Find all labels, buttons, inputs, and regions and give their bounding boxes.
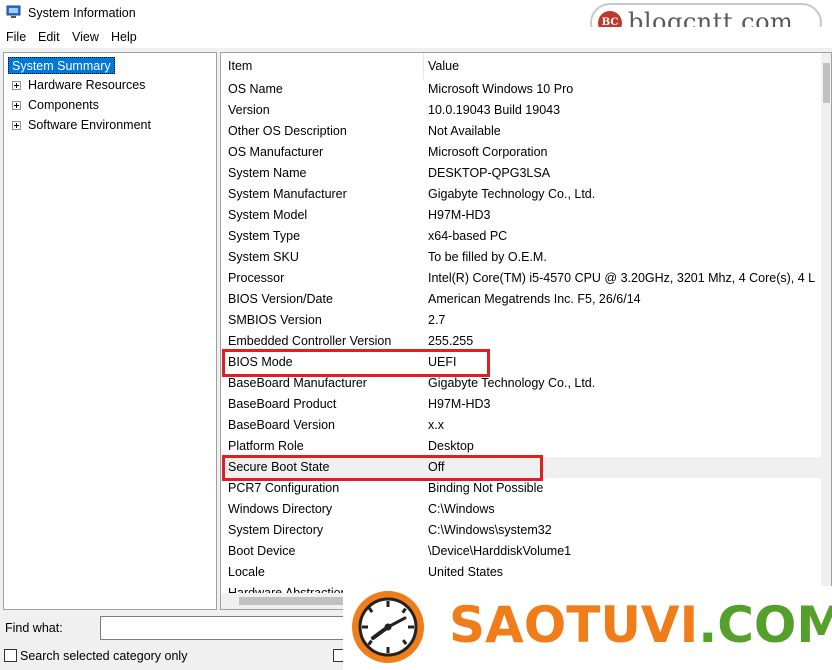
value-cell: Microsoft Corporation [428,145,548,159]
table-row[interactable]: System SKU To be filled by O.E.M. [221,247,821,268]
saotuvi-brand: SAOTUVI.COM [449,596,832,654]
table-row[interactable]: System Name DESKTOP-QPG3LSA [221,163,821,184]
expand-icon[interactable] [12,81,21,90]
item-cell: PCR7 Configuration [228,481,340,495]
expand-icon[interactable] [12,101,21,110]
menu-bar: File Edit View Help [0,27,832,48]
item-cell: BaseBoard Product [228,397,337,411]
table-row[interactable]: System Manufacturer Gigabyte Technology C… [221,184,821,205]
table-row[interactable]: PCR7 Configuration Binding Not Possible [221,478,821,499]
value-cell: C:\Windows\system32 [428,523,552,537]
table-row[interactable]: BaseBoard Version x.x [221,415,821,436]
menu-edit[interactable]: Edit [38,30,60,44]
item-cell: Platform Role [228,439,304,453]
value-cell: To be filled by O.E.M. [428,250,547,264]
value-cell: DESKTOP-QPG3LSA [428,166,551,180]
table-row[interactable]: System Directory C:\Windows\system32 [221,520,821,541]
search-selected-label: Search selected category only [20,649,188,663]
saotuvi-watermark: SAOTUVI.COM [343,586,832,670]
system-information-icon [6,5,21,18]
value-cell: \Device\HarddiskVolume1 [428,544,572,558]
expand-icon[interactable] [12,121,21,130]
tree-item-label: Hardware Resources [28,78,146,92]
column-divider[interactable] [423,53,424,79]
table-row[interactable]: Other OS Description Not Available [221,121,821,142]
item-cell: System Manufacturer [228,187,347,201]
table-row[interactable]: Version 10.0.19043 Build 19043 [221,100,821,121]
table-row[interactable]: Platform Role Desktop [221,436,821,457]
value-cell: 10.0.19043 Build 19043 [428,103,561,117]
item-cell: System Model [228,208,308,222]
item-cell: Version [228,103,270,117]
item-cell: Locale [228,565,265,579]
table-row[interactable]: System Type x64-based PC [221,226,821,247]
column-header-value[interactable]: Value [428,53,460,79]
column-header-item[interactable]: Item [228,53,253,79]
value-cell: American Megatrends Inc. F5, 26/6/14 [428,292,641,306]
item-cell: System Directory [228,523,324,537]
value-cell: x64-based PC [428,229,508,243]
value-cell: United States [428,565,504,579]
table-row[interactable]: Processor Intel(R) Core(TM) i5-4570 CPU @… [221,268,821,289]
saotuvi-brand-name: SAOTUVI [449,596,699,654]
table-row[interactable]: BaseBoard Product H97M-HD3 [221,394,821,415]
table-row[interactable]: Boot Device \Device\HarddiskVolume1 [221,541,821,562]
value-cell: Microsoft Windows 10 Pro [428,82,574,96]
item-cell: OS Manufacturer [228,145,324,159]
value-cell: 2.7 [428,313,446,327]
value-cell: H97M-HD3 [428,208,491,222]
item-cell: SMBIOS Version [228,313,322,327]
table-row[interactable]: Locale United States [221,562,821,583]
details-list[interactable]: Item Value OS Name Microsoft Windows 10 P… [220,52,832,610]
table-row[interactable]: SMBIOS Version 2.7 [221,310,821,331]
table-row[interactable]: OS Name Microsoft Windows 10 Pro [221,79,821,100]
saotuvi-brand-suffix: .COM [698,596,832,654]
value-cell: C:\Windows [428,502,495,516]
item-cell: System Name [228,166,307,180]
bios-mode-highlight-box [222,349,490,377]
tree-item-system-summary[interactable]: System Summary [8,57,115,74]
menu-view[interactable]: View [72,30,99,44]
item-cell: System SKU [228,250,299,264]
window-title: System Information [28,6,136,20]
value-cell: Intel(R) Core(TM) i5-4570 CPU @ 3.20GHz,… [428,271,816,285]
item-cell: System Type [228,229,301,243]
item-cell: OS Name [228,82,283,96]
scrollbar-thumb[interactable] [823,63,830,103]
find-what-label: Find what: [5,621,63,635]
tree-item-label: Components [28,98,99,112]
item-cell: Boot Device [228,544,296,558]
secure-boot-highlight-box [222,455,543,481]
table-row[interactable]: OS Manufacturer Microsoft Corporation [221,142,821,163]
table-row[interactable]: BIOS Version/Date American Megatrends Inc… [221,289,821,310]
clock-logo-icon [352,591,424,663]
item-cell: Other OS Description [228,124,347,138]
value-cell: H97M-HD3 [428,397,491,411]
item-cell: Windows Directory [228,502,333,516]
search-selected-checkbox[interactable] [4,649,17,662]
value-cell: x.x [428,418,444,432]
value-cell: Binding Not Possible [428,481,544,495]
item-cell: BIOS Version/Date [228,292,333,306]
vertical-scrollbar[interactable] [821,53,831,593]
value-cell: Not Available [428,124,501,138]
menu-file[interactable]: File [6,30,26,44]
table-row[interactable]: Windows Directory C:\Windows [221,499,821,520]
value-cell: Gigabyte Technology Co., Ltd. [428,187,596,201]
item-cell: BaseBoard Version [228,418,336,432]
table-row[interactable]: System Model H97M-HD3 [221,205,821,226]
category-tree[interactable]: System Summary Hardware Resources Compon… [3,52,217,610]
value-cell: Desktop [428,439,474,453]
tree-item-label: Software Environment [28,118,151,132]
item-cell: Processor [228,271,285,285]
menu-help[interactable]: Help [111,30,137,44]
